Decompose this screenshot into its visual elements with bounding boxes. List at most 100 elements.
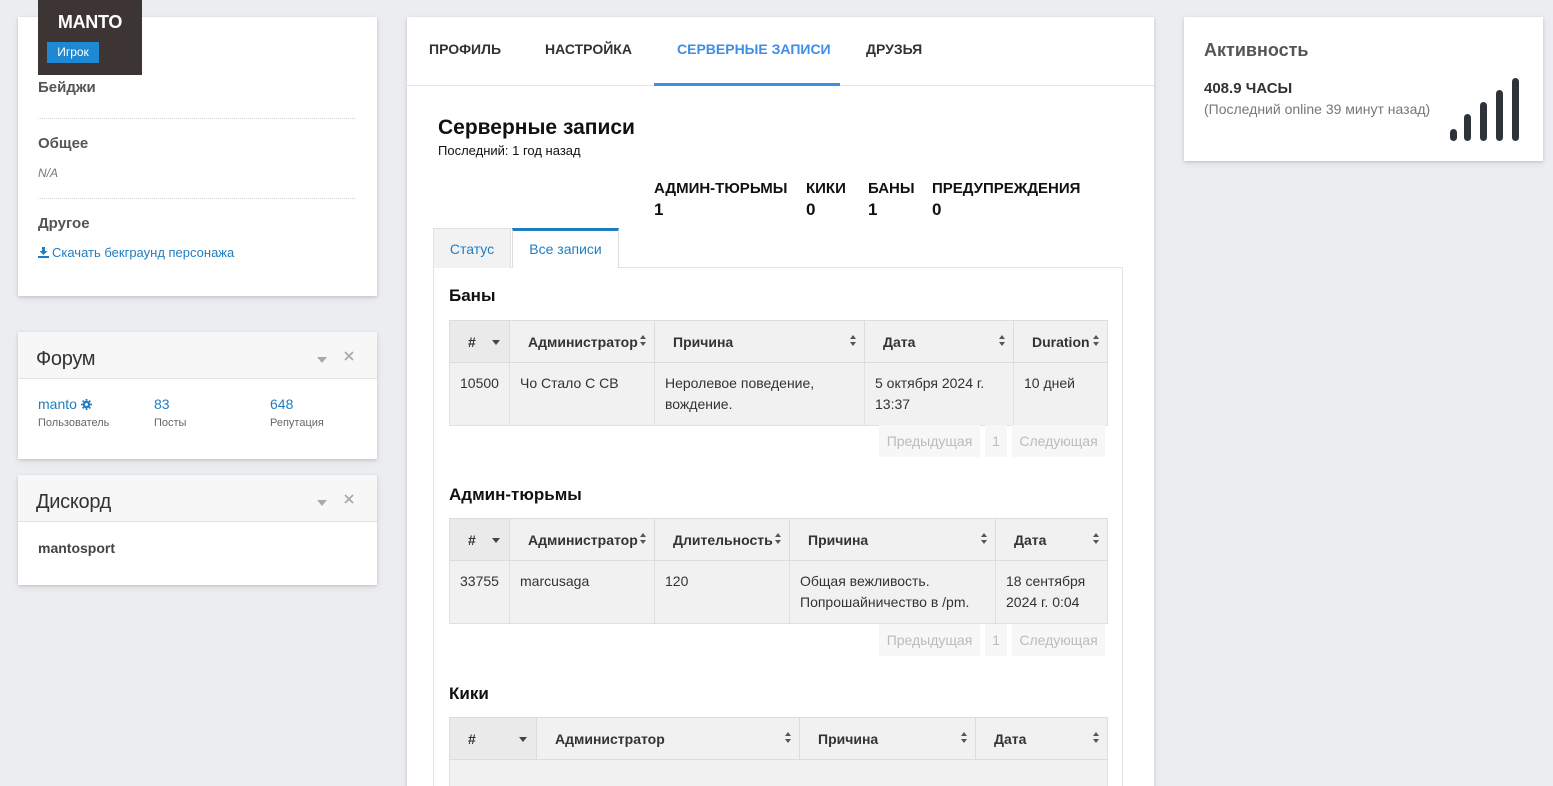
pager-next[interactable]: Следующая [1012,624,1105,656]
sort-icon [784,732,792,744]
tab-server-records[interactable]: СЕРВЕРНЫЕ ЗАПИСИ [677,41,831,57]
pager-page[interactable]: 1 [985,624,1007,656]
cell-id: 10500 [449,362,510,426]
column-header-date[interactable]: Дата [864,320,1014,363]
subtab-all-records[interactable]: Все записи [512,228,619,268]
collapse-icon[interactable] [317,351,327,366]
records-last: Последний: 1 год назад [438,143,581,158]
column-header-duration[interactable]: Duration [1013,320,1108,363]
column-label: Причина [673,333,734,350]
activity-hours: 408.9 ЧАСЫ [1204,80,1293,97]
sort-icon [639,533,647,545]
column-header-duration[interactable]: Длительность [654,518,790,561]
cell-reason: Неролевое поведение, вождение. [654,362,865,426]
download-background-link[interactable]: Скачать бекграунд персонажа [38,245,234,260]
tab-friends[interactable]: ДРУЗЬЯ [866,41,922,57]
pager-next[interactable]: Следующая [1012,425,1105,457]
discord-widget-title: Дискорд [36,491,112,513]
summary-warnings: ПРЕДУПРЕЖДЕНИЯ 0 [932,180,1080,220]
forum-rep-value[interactable]: 648 [270,396,324,412]
column-header-id[interactable]: # [449,320,510,363]
signal-bar [1450,129,1457,141]
column-label: # [468,333,476,350]
column-header-date[interactable]: Дата [975,717,1108,760]
table-row: 10500 Чо Стало С СВ Неролевое поведение,… [449,362,1108,426]
sort-icon [1092,732,1100,744]
active-tab-indicator [654,83,840,86]
general-label: Общее [38,135,89,152]
close-icon[interactable] [344,492,354,507]
summary-label: КИКИ [806,180,846,197]
summary-value: 1 [654,200,664,219]
cell-reason: Общая вежливость. Попрошайничество в /pm… [789,560,996,624]
column-label: Администратор [555,730,665,747]
column-label: Дата [883,333,916,350]
kicks-table: # Администратор Причина Дата [449,717,1108,786]
discord-widget: Дискорд mantosport [18,475,377,585]
forum-user-link[interactable]: manto [38,396,109,412]
forum-user-stat: manto Пользователь [38,396,109,429]
tab-settings[interactable]: НАСТРОЙКА [545,41,632,57]
tab-profile[interactable]: ПРОФИЛЬ [429,41,501,57]
download-icon [38,247,49,258]
column-label: # [468,531,476,548]
sort-icon [998,335,1006,347]
column-header-admin[interactable]: Администратор [509,320,655,363]
other-label: Другое [38,215,90,232]
cell-admin: Чо Стало С СВ [509,362,655,426]
column-header-id[interactable]: # [449,717,537,760]
forum-rep-stat: 648 Репутация [270,396,324,429]
column-header-id[interactable]: # [449,518,510,561]
column-label: Длительность [673,531,773,548]
forum-widget-title: Форум [36,348,96,370]
summary-kicks: КИКИ 0 [806,180,846,220]
column-label: Дата [1014,531,1047,548]
column-header-date[interactable]: Дата [995,518,1108,561]
column-header-reason[interactable]: Причина [799,717,976,760]
sort-icon [774,533,782,545]
badges-label: Бейджи [38,79,96,96]
collapse-icon[interactable] [317,494,327,509]
table-row: 33755 marcusaga 120 Общая вежливость. По… [449,560,1108,624]
forum-posts-label: Посты [154,417,187,429]
activity-last-online: (Последний online 39 минут назад) [1204,101,1431,117]
close-icon[interactable] [344,349,354,364]
table-header-row: # Администратор Причина Дата Duration [449,320,1108,363]
column-header-reason[interactable]: Причина [654,320,865,363]
summary-label: АДМИН-ТЮРЬМЫ [654,180,788,197]
summary-bans: БАНЫ 1 [868,180,915,220]
pager-page[interactable]: 1 [985,425,1007,457]
bans-table: # Администратор Причина Дата Duration 10… [449,320,1108,426]
forum-posts-stat: 83 Посты [154,396,186,429]
column-label: Дата [994,730,1027,747]
jails-heading: Админ-тюрьмы [449,485,582,504]
pager-prev[interactable]: Предыдущая [879,624,980,656]
forum-posts-value[interactable]: 83 [154,396,186,412]
forum-widget-header: Форум [18,332,377,379]
column-header-admin[interactable]: Администратор [509,518,655,561]
column-label: Duration [1032,333,1090,350]
forum-user-label: Пользователь [38,417,110,429]
cell-duration: 10 дней [1013,362,1108,426]
summary-jails: АДМИН-ТЮРЬМЫ 1 [654,180,787,220]
activity-title: Активность [1204,40,1309,60]
sort-icon [960,732,968,744]
subtab-status[interactable]: Статус [433,228,511,268]
divider [38,118,355,119]
forum-user-name[interactable]: manto [38,396,77,412]
activity-card: Активность 408.9 ЧАСЫ (Последний online … [1184,17,1543,161]
column-header-admin[interactable]: Администратор [536,717,800,760]
signal-bar [1464,114,1471,141]
sort-icon [980,533,988,545]
summary-value: 0 [932,200,942,219]
column-label: Администратор [528,531,638,548]
cell-date: 18 сентября 2024 г. 0:04 [995,560,1108,624]
pager-prev[interactable]: Предыдущая [879,425,980,457]
profile-tabs: ПРОФИЛЬ НАСТРОЙКА СЕРВЕРНЫЕ ЗАПИСИ ДРУЗЬ… [407,17,1154,86]
signal-bar [1496,90,1503,141]
role-badge: Игрок [47,42,99,63]
download-link-label: Скачать бекграунд персонажа [52,245,235,260]
column-header-reason[interactable]: Причина [789,518,996,561]
summary-value: 1 [868,200,878,219]
sort-icon [639,335,647,347]
